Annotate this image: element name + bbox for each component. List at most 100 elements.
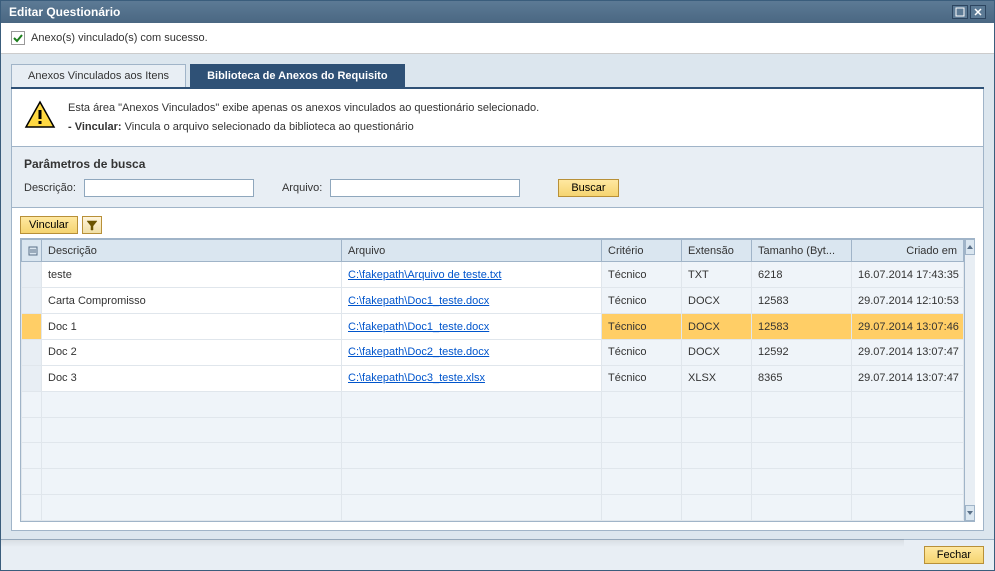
checkmark-icon xyxy=(11,31,25,45)
row-selector[interactable] xyxy=(22,262,42,288)
cell-extensao: DOCX xyxy=(682,339,752,365)
file-link[interactable]: C:\fakepath\Doc3_teste.xlsx xyxy=(348,372,485,384)
cell-descricao: Doc 3 xyxy=(42,365,342,391)
col-header-extensao[interactable]: Extensão xyxy=(682,240,752,262)
table-header-row: Descrição Arquivo Critério Extensão Tama… xyxy=(22,240,964,262)
search-title: Parâmetros de busca xyxy=(24,157,971,171)
buscar-button[interactable]: Buscar xyxy=(558,179,618,197)
file-link[interactable]: C:\fakepath\Doc1_teste.docx xyxy=(348,295,489,307)
col-header-descricao[interactable]: Descrição xyxy=(42,240,342,262)
table-row[interactable]: Doc 1 C:\fakepath\Doc1_teste.docx TécnicoD… xyxy=(22,314,964,340)
titlebar: Editar Questionário xyxy=(1,1,994,23)
cell-criterio: Técnico xyxy=(602,339,682,365)
content-area: Anexo(s) vinculado(s) com sucesso. Anexo… xyxy=(1,23,994,570)
col-header-criado[interactable]: Criado em xyxy=(852,240,964,262)
cell-criterio: Técnico xyxy=(602,365,682,391)
dialog-footer: Fechar xyxy=(1,539,994,570)
row-selector[interactable] xyxy=(22,288,42,314)
row-selector[interactable] xyxy=(22,314,42,340)
table-row[interactable]: Carta Compromisso C:\fakepath\Doc1_teste.… xyxy=(22,288,964,314)
cell-criado: 29.07.2014 13:07:46 xyxy=(852,314,964,340)
vertical-scrollbar[interactable] xyxy=(964,239,975,521)
cell-extensao: XLSX xyxy=(682,365,752,391)
window-title: Editar Questionário xyxy=(9,5,120,19)
success-message: Anexo(s) vinculado(s) com sucesso. xyxy=(1,23,994,54)
input-descricao[interactable] xyxy=(84,179,254,197)
table-row[interactable]: Doc 2 C:\fakepath\Doc2_teste.docx TécnicoD… xyxy=(22,339,964,365)
cell-criterio: Técnico xyxy=(602,262,682,288)
chevron-down-icon xyxy=(966,509,974,517)
attachments-table: Descrição Arquivo Critério Extensão Tama… xyxy=(21,239,964,521)
filter-icon xyxy=(86,219,98,231)
cell-descricao: Carta Compromisso xyxy=(42,288,342,314)
search-row: Descrição: Arquivo: Buscar xyxy=(24,179,971,197)
table-row-empty xyxy=(22,417,964,443)
cell-arquivo: C:\fakepath\Doc1_teste.docx xyxy=(342,314,602,340)
cell-tamanho: 12592 xyxy=(752,339,852,365)
table-body: teste C:\fakepath\Arquivo de teste.txt Téc… xyxy=(22,262,964,521)
cell-criado: 29.07.2014 12:10:53 xyxy=(852,288,964,314)
row-selector[interactable] xyxy=(22,365,42,391)
warning-icon xyxy=(24,99,56,131)
info-line1: Esta área "Anexos Vinculados" exibe apen… xyxy=(68,99,539,118)
chevron-up-icon xyxy=(966,243,974,251)
cell-arquivo: C:\fakepath\Doc1_teste.docx xyxy=(342,288,602,314)
tab-bar: Anexos Vinculados aos Itens Biblioteca d… xyxy=(11,64,984,89)
cell-tamanho: 8365 xyxy=(752,365,852,391)
message-text: Anexo(s) vinculado(s) com sucesso. xyxy=(31,32,208,44)
dialog-window: Editar Questionário Anexo(s) vinculado(s… xyxy=(0,0,995,571)
table-row[interactable]: teste C:\fakepath\Arquivo de teste.txt Téc… xyxy=(22,262,964,288)
cell-extensao: DOCX xyxy=(682,314,752,340)
col-header-tamanho[interactable]: Tamanho (Byt... xyxy=(752,240,852,262)
cell-criterio: Técnico xyxy=(602,314,682,340)
cell-extensao: TXT xyxy=(682,262,752,288)
search-section: Parâmetros de busca Descrição: Arquivo: … xyxy=(11,147,984,208)
file-link[interactable]: C:\fakepath\Arquivo de teste.txt xyxy=(348,269,501,281)
info-text: Esta área "Anexos Vinculados" exibe apen… xyxy=(68,99,539,136)
main-content: Anexos Vinculados aos Itens Biblioteca d… xyxy=(1,54,994,539)
info-line2-text: Vincula o arquivo selecionado da bibliot… xyxy=(125,121,414,133)
close-icon xyxy=(973,7,983,17)
cell-criterio: Técnico xyxy=(602,288,682,314)
table-wrapper: Descrição Arquivo Critério Extensão Tama… xyxy=(20,238,975,522)
col-header-arquivo[interactable]: Arquivo xyxy=(342,240,602,262)
file-link[interactable]: C:\fakepath\Doc2_teste.docx xyxy=(348,346,489,358)
cell-criado: 16.07.2014 17:43:35 xyxy=(852,262,964,288)
scroll-up-button[interactable] xyxy=(965,239,975,255)
cell-arquivo: C:\fakepath\Doc3_teste.xlsx xyxy=(342,365,602,391)
col-header-selector[interactable] xyxy=(22,240,42,262)
cell-arquivo: C:\fakepath\Arquivo de teste.txt xyxy=(342,262,602,288)
cell-descricao: Doc 2 xyxy=(42,339,342,365)
table-row-empty xyxy=(22,495,964,521)
info-panel: Esta área "Anexos Vinculados" exibe apen… xyxy=(11,89,984,147)
row-selector[interactable] xyxy=(22,339,42,365)
cell-arquivo: C:\fakepath\Doc2_teste.docx xyxy=(342,339,602,365)
table-menu-icon xyxy=(28,246,38,256)
col-header-criterio[interactable]: Critério xyxy=(602,240,682,262)
table-row-empty xyxy=(22,391,964,417)
info-line2: - Vincular: Vincula o arquivo selecionad… xyxy=(68,118,539,137)
table-row[interactable]: Doc 3 C:\fakepath\Doc3_teste.xlsx TécnicoX… xyxy=(22,365,964,391)
minimize-icon xyxy=(955,7,965,17)
cell-descricao: teste xyxy=(42,262,342,288)
table-toolbar: Vincular xyxy=(20,216,975,234)
close-button[interactable] xyxy=(970,5,986,19)
input-arquivo[interactable] xyxy=(330,179,520,197)
cell-descricao: Doc 1 xyxy=(42,314,342,340)
table-row-empty xyxy=(22,443,964,469)
label-descricao: Descrição: xyxy=(24,182,76,194)
label-arquivo: Arquivo: xyxy=(282,182,322,194)
info-line2-label: - Vincular: xyxy=(68,121,122,133)
minimize-button[interactable] xyxy=(952,5,968,19)
file-link[interactable]: C:\fakepath\Doc1_teste.docx xyxy=(348,321,489,333)
window-controls xyxy=(952,5,986,19)
cell-criado: 29.07.2014 13:07:47 xyxy=(852,339,964,365)
cell-tamanho: 12583 xyxy=(752,288,852,314)
tab-linked-attachments[interactable]: Anexos Vinculados aos Itens xyxy=(11,64,186,87)
cell-tamanho: 6218 xyxy=(752,262,852,288)
fechar-button[interactable]: Fechar xyxy=(924,546,984,564)
vincular-button[interactable]: Vincular xyxy=(20,216,78,234)
tab-attachment-library[interactable]: Biblioteca de Anexos do Requisito xyxy=(190,64,405,87)
filter-button[interactable] xyxy=(82,216,102,234)
scroll-down-button[interactable] xyxy=(965,505,975,521)
